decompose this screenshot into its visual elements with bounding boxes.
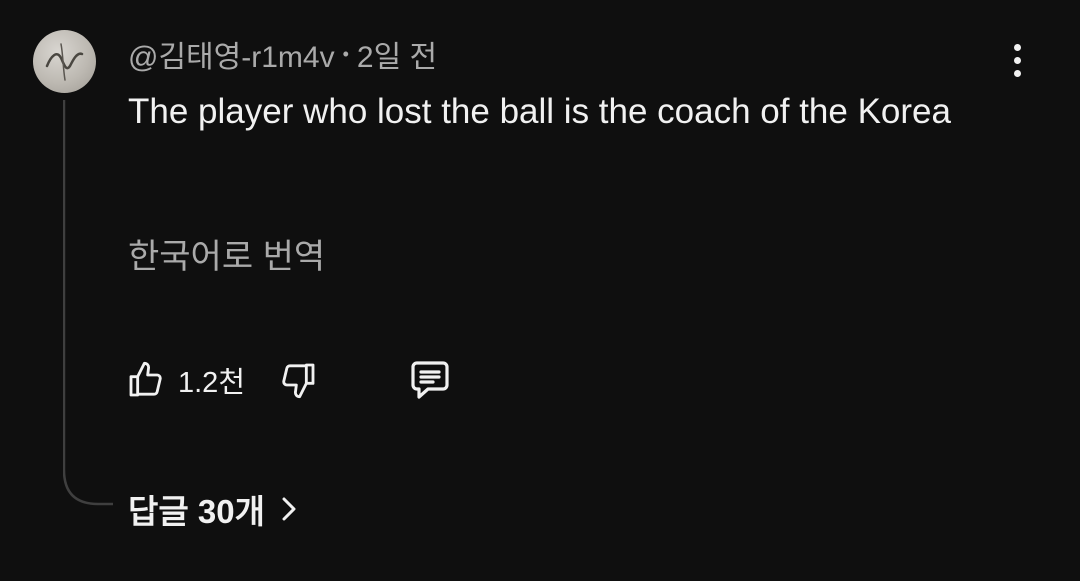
replies-toggle[interactable]: 답글 30개 <box>128 485 299 533</box>
reply-comment-icon <box>411 361 449 399</box>
comment-time: 2일 전 <box>356 41 438 74</box>
thread-line <box>63 100 113 506</box>
like-count: 1.2천 <box>178 367 245 399</box>
meta-separator: • <box>342 43 349 64</box>
more-vertical-icon <box>1013 43 1021 51</box>
avatar[interactable] <box>33 30 96 93</box>
dislike-button[interactable] <box>278 355 318 405</box>
comment-meta: @김태영-r1m4v • 2일 전 <box>128 34 437 74</box>
author-handle[interactable]: @김태영-r1m4v <box>128 32 335 76</box>
translate-link[interactable]: 한국어로 번역 <box>128 233 325 281</box>
avatar-image <box>45 43 84 81</box>
comment-text: The player who lost the ball is the coac… <box>128 92 951 131</box>
replies-label: 답글 30개 <box>128 493 265 530</box>
thumbs-down-icon <box>282 363 315 399</box>
more-options-button[interactable] <box>1000 38 1034 82</box>
chevron-right-icon <box>282 497 296 521</box>
reply-button[interactable] <box>406 355 454 405</box>
like-button[interactable]: 1.2천 <box>126 355 245 405</box>
comment-thread: @김태영-r1m4v • 2일 전 The player who lost th… <box>0 0 1080 581</box>
thumbs-up-icon <box>129 361 162 397</box>
